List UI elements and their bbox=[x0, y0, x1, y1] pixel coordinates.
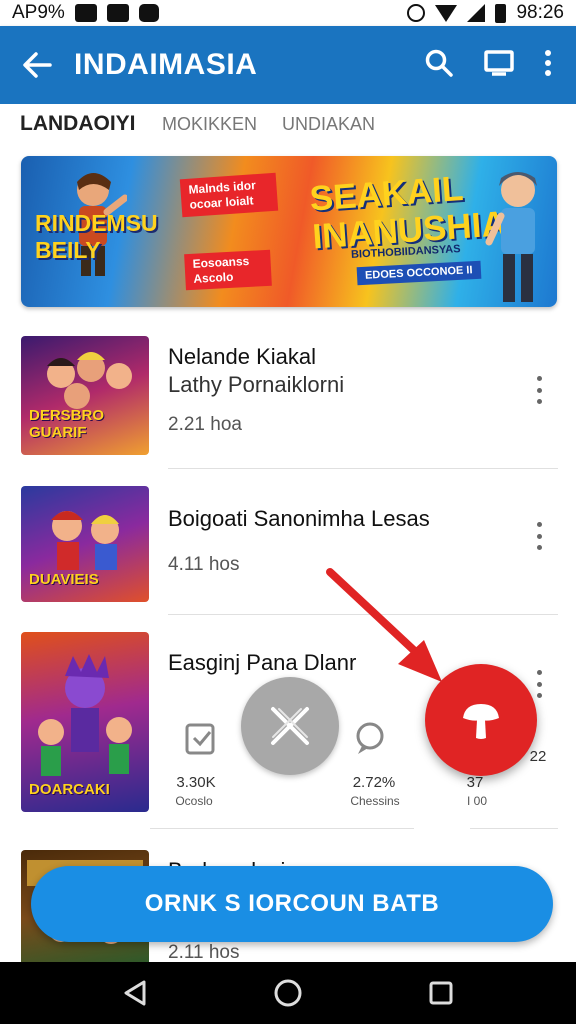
signal-icon bbox=[467, 4, 486, 22]
search-icon bbox=[425, 49, 453, 77]
battery-icon bbox=[495, 3, 507, 23]
list-item[interactable]: DUAVIEIS Boigoati Sanonimha Lesas 4.11 h… bbox=[0, 480, 576, 620]
game-thumbnail: DERSBRO GUARIF bbox=[21, 336, 149, 455]
divider bbox=[150, 828, 414, 829]
banner-left-title: RINDEMSU BEILY bbox=[35, 210, 158, 263]
item-title: Boigoati Sanonimha Lesas bbox=[168, 506, 430, 531]
share-option-label: Chessins bbox=[350, 794, 400, 808]
more-options-button[interactable] bbox=[544, 49, 552, 82]
divider bbox=[470, 828, 558, 829]
item-more-button[interactable] bbox=[530, 670, 548, 698]
thumbnail-label: DOARCAKI bbox=[29, 781, 110, 798]
item-subtitle: Lathy Pornaiklorni bbox=[168, 372, 345, 397]
banner-badge-bottom: Eosoanss Ascolo bbox=[184, 249, 272, 291]
back-nav-icon[interactable] bbox=[122, 979, 148, 1007]
home-nav-icon[interactable] bbox=[273, 978, 303, 1008]
item-more-button[interactable] bbox=[530, 522, 548, 550]
camera-notification-icon bbox=[138, 4, 159, 22]
tab-mokikken[interactable]: MOKIKKEN bbox=[162, 114, 257, 135]
thumbnail-label: DUAVIEIS bbox=[29, 571, 99, 588]
item-meta: 2.21 hoa bbox=[168, 414, 242, 435]
share-option-label: I 00 bbox=[466, 794, 487, 808]
primary-action-button[interactable]: ORNK S IORCOUN BATB bbox=[31, 866, 553, 942]
cast-button[interactable] bbox=[484, 49, 514, 81]
close-icon bbox=[271, 707, 309, 745]
back-button[interactable] bbox=[0, 52, 74, 78]
list-item[interactable]: DERSBRO GUARIF Nelande Kiakal Lathy Porn… bbox=[0, 330, 576, 470]
item-meta: 2.11 hos bbox=[168, 942, 240, 963]
share-option-value: 2.72% bbox=[352, 774, 396, 791]
mushroom-icon bbox=[463, 704, 499, 739]
tab-undiakan[interactable]: UNDIAKAN bbox=[282, 114, 375, 135]
share-option-value: 22 bbox=[529, 748, 547, 765]
cast-icon bbox=[484, 49, 514, 76]
item-more-button[interactable] bbox=[530, 376, 548, 404]
game-thumbnail: DUAVIEIS bbox=[21, 486, 149, 602]
banner-tag: EDOES OCCONOE II bbox=[356, 260, 481, 286]
more-vert-icon bbox=[545, 49, 551, 76]
status-left-text: AP9% bbox=[12, 2, 65, 23]
back-arrow-icon bbox=[23, 52, 52, 78]
item-title: Nelande Kiakal bbox=[168, 344, 316, 369]
banner-title: SEAKAIL INANUSHIA bbox=[308, 169, 508, 257]
mail-icon bbox=[74, 4, 97, 22]
share-option-label: Ocoslo bbox=[175, 794, 213, 808]
app-bar: INDAIMASIA bbox=[0, 26, 576, 104]
banner-badge-top: Malnds idor ocoar loialt bbox=[179, 172, 279, 218]
search-button[interactable] bbox=[424, 48, 454, 83]
wifi-icon bbox=[435, 4, 458, 22]
app-title: INDAIMASIA bbox=[74, 48, 258, 81]
app-notification-icon bbox=[106, 4, 129, 22]
alarm-icon bbox=[407, 4, 426, 22]
share-option-value: 3.30K bbox=[176, 774, 216, 791]
share-option-value: 37 bbox=[466, 774, 484, 791]
app-screen: AP9% 98:26 INDAIMASIA LANDAOIYI MOKIKKEN… bbox=[0, 0, 576, 1024]
tab-landaoiyi[interactable]: LANDAOIYI bbox=[20, 112, 136, 136]
promo-banner[interactable]: RINDEMSU BEILY Malnds idor ocoar loialt … bbox=[21, 156, 557, 307]
status-time: 98:26 bbox=[516, 2, 564, 23]
tab-bar: LANDAOIYI MOKIKKEN UNDIAKAN bbox=[0, 104, 576, 144]
status-bar: AP9% 98:26 bbox=[0, 0, 576, 26]
thumbnail-label: DERSBRO GUARIF bbox=[29, 407, 105, 441]
share-fab-button[interactable] bbox=[425, 664, 537, 776]
save-icon[interactable] bbox=[184, 722, 218, 756]
item-meta: 4.11 hos bbox=[168, 554, 240, 575]
divider bbox=[168, 468, 558, 469]
hero-character-right bbox=[485, 172, 537, 302]
chat-icon[interactable] bbox=[352, 720, 388, 756]
system-nav-bar bbox=[0, 962, 576, 1024]
recents-nav-icon[interactable] bbox=[428, 980, 454, 1006]
game-thumbnail: DOARCAKI bbox=[21, 632, 149, 812]
